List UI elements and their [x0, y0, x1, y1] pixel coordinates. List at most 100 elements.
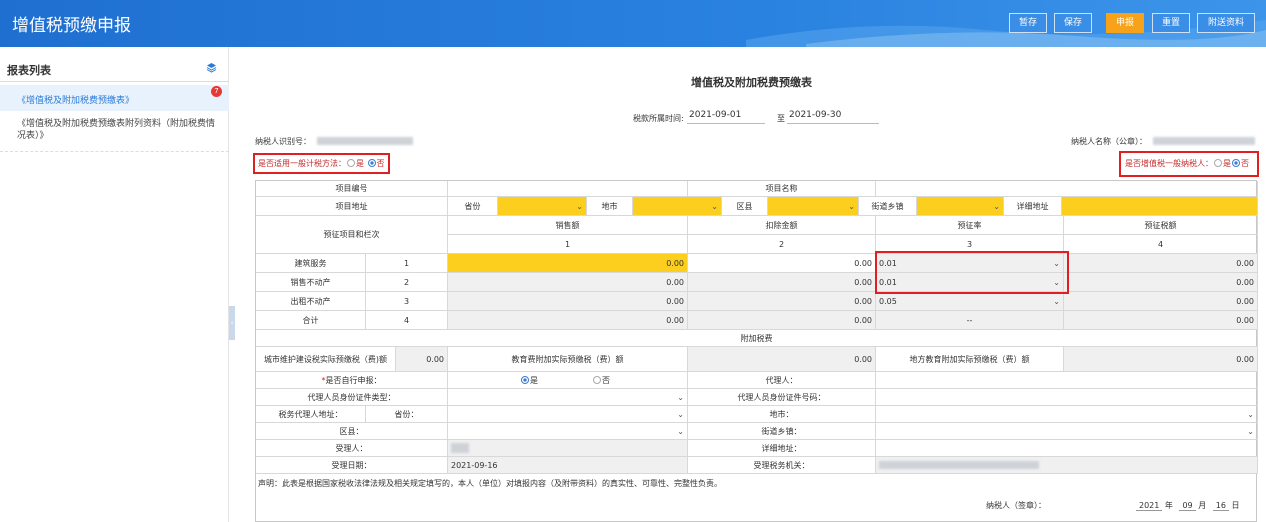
accept-office-label: 受理税务机关： [688, 457, 876, 474]
row-name: 建筑服务 [256, 254, 366, 273]
deduct-input[interactable]: 0.00 [688, 292, 876, 311]
report-list-sidebar: 报表列表 《增值税及附加税费预缴表》 7 《增值税及附加税费预缴表附列资料（附加… [0, 47, 229, 522]
detail-addr-label: 详细地址： [688, 440, 876, 457]
app-header: 增值税预缴申报 暂存 保存 申报 重置 附送资料 [0, 0, 1266, 47]
chevron-down-icon: ⌄ [677, 392, 684, 402]
agent-id-type-select[interactable]: ⌄ [448, 389, 688, 406]
radio-no[interactable] [367, 159, 376, 167]
detail-address-input[interactable] [1062, 197, 1258, 216]
sidebar-item-vat-prepay-form[interactable]: 《增值税及附加税费预缴表》 [0, 85, 229, 111]
agent-street-label: 街道乡镇： [688, 423, 876, 440]
deduct-input[interactable]: 0.00 [688, 254, 876, 273]
agent-province-select[interactable]: ⌄ [448, 406, 688, 423]
agent-city-select[interactable]: ⌄ [876, 406, 1258, 423]
surcharge-header: 附加税费 [256, 330, 1258, 347]
row-no: 4 [366, 311, 448, 330]
sidebar-collapse-handle[interactable]: ‹ [229, 306, 235, 340]
period-to-label: 至 [777, 114, 785, 123]
province-label: 省份 [448, 197, 498, 216]
radio-taxpayer-no[interactable] [1232, 159, 1240, 167]
period-end-input[interactable]: 2021-09-30 [787, 110, 879, 124]
project-no-input[interactable] [448, 181, 688, 197]
street-label: 街道乡镇 [859, 197, 917, 216]
highlight-rate-column [875, 251, 1069, 294]
self-declare-label: * 是否自行申报： [256, 372, 448, 389]
agent-input[interactable] [876, 372, 1258, 389]
city-label: 地市 [587, 197, 633, 216]
agent-county-label: 区县： [256, 423, 448, 440]
col-tax-label: 预征税额 [1064, 216, 1258, 235]
chevron-down-icon: ⌄ [711, 201, 718, 211]
agent-city-label: 地市： [688, 406, 876, 423]
chevron-down-icon: ⌄ [1247, 409, 1254, 419]
self-declare-radios: 是 否 [448, 372, 688, 389]
app-title: 增值税预缴申报 [12, 16, 131, 36]
tax-value: 0.00 [1064, 292, 1258, 311]
sidebar-item-attachment-form[interactable]: 《增值税及附加税费预缴表附列资料（附加税费情况表）》 [0, 118, 229, 152]
agent-street-select[interactable]: ⌄ [876, 423, 1258, 440]
accept-date-label: 受理日期： [256, 457, 448, 474]
day-unit: 日 [1231, 501, 1240, 510]
project-name-input[interactable] [876, 181, 1258, 197]
sales-input[interactable]: 0.00 [448, 273, 688, 292]
local-edu-value: 0.00 [1064, 347, 1258, 372]
project-no-label: 项目编号 [256, 181, 448, 197]
agent-county-select[interactable]: ⌄ [448, 423, 688, 440]
agent-label: 代理人： [688, 372, 876, 389]
reset-button[interactable]: 重置 [1152, 13, 1190, 33]
detail-address-label: 详细地址 [1004, 197, 1062, 216]
agent-id-no-input[interactable] [876, 389, 1258, 406]
form-area: 增值税及附加税费预缴表 税款所属时间: 2021-09-01 至 2021-09… [237, 47, 1266, 522]
agent-address-label: 税务代理人地址： [256, 406, 366, 423]
receiver-value [448, 440, 688, 457]
self-declare-yes-radio[interactable] [521, 376, 529, 384]
tax-value: 0.00 [1064, 254, 1258, 273]
project-address-label: 项目地址 [256, 197, 448, 216]
period-start-input[interactable]: 2021-09-01 [687, 110, 765, 124]
year-input[interactable]: 2021 [1136, 501, 1163, 511]
local-edu-label: 地方教育附加实际预缴税（费）额 [876, 347, 1064, 372]
street-select[interactable]: ⌄ [917, 197, 1004, 216]
month-input[interactable]: 09 [1179, 501, 1196, 511]
radio-taxpayer-yes[interactable] [1214, 159, 1222, 167]
items-label: 预征项目和栏次 [256, 216, 448, 254]
row-no: 1 [366, 254, 448, 273]
sidebar-divider [0, 81, 229, 82]
attachments-button[interactable]: 附送资料 [1197, 13, 1255, 33]
radio-yes[interactable] [347, 159, 355, 167]
accept-date-value: 2021-09-16 [448, 457, 688, 474]
period-label: 税款所属时间: [633, 114, 684, 123]
detail-addr-input[interactable] [876, 440, 1258, 457]
sales-input[interactable]: 0.00 [448, 292, 688, 311]
submit-button[interactable]: 申报 [1106, 13, 1144, 33]
chevron-down-icon: ⌄ [677, 426, 684, 436]
province-select[interactable]: ⌄ [498, 197, 587, 216]
receiver-redacted [451, 443, 469, 453]
deduct-total: 0.00 [688, 311, 876, 330]
sales-input[interactable]: 0.00 [448, 254, 688, 273]
day-input[interactable]: 16 [1212, 501, 1229, 511]
row-name: 销售不动产 [256, 273, 366, 292]
save-draft-button[interactable]: 暂存 [1009, 13, 1047, 33]
row-no: 3 [366, 292, 448, 311]
prepay-table: 项目编号 项目名称 项目地址 省份 ⌄ 地市 ⌄ 区县 ⌄ 街道乡镇 ⌄ 详细地… [255, 180, 1258, 522]
save-button[interactable]: 保存 [1054, 13, 1092, 33]
chevron-down-icon: ⌄ [677, 409, 684, 419]
county-select[interactable]: ⌄ [768, 197, 859, 216]
self-declare-no-radio[interactable] [593, 376, 601, 384]
taxpayer-id-redacted [317, 137, 413, 145]
city-select[interactable]: ⌄ [633, 197, 722, 216]
sign-label: 纳税人（签章）： [986, 501, 1046, 510]
edu-label: 教育费附加实际预缴税（费）额 [448, 347, 688, 372]
chevron-down-icon: ⌄ [1247, 426, 1254, 436]
rate-total: -- [876, 311, 1064, 330]
layers-icon[interactable] [206, 62, 217, 73]
col-sales-no: 1 [448, 235, 688, 254]
taxpayer-name-label: 纳税人名称（公章）： [1071, 137, 1147, 146]
deduct-input[interactable]: 0.00 [688, 273, 876, 292]
edu-value: 0.00 [688, 347, 876, 372]
rate-select[interactable]: 0.05 ⌄ [876, 292, 1064, 311]
accept-office-value [876, 457, 1258, 474]
taxpayer-id-label: 纳税人识别号： [255, 137, 311, 146]
col-deduct-no: 2 [688, 235, 876, 254]
